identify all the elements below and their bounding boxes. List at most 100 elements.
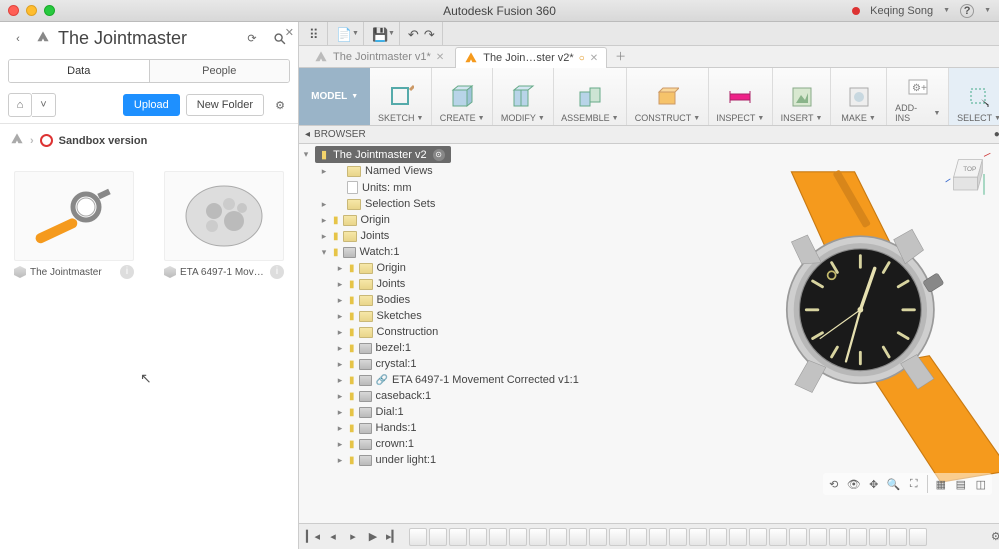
timeline-feature[interactable]	[489, 528, 507, 546]
timeline-feature[interactable]	[829, 528, 847, 546]
tree-node[interactable]: ▸Named Views	[317, 164, 601, 178]
timeline-feature[interactable]	[709, 528, 727, 546]
timeline-feature[interactable]	[849, 528, 867, 546]
tab-close-icon[interactable]: ✕	[436, 52, 444, 63]
tree-node[interactable]: ▸▮Hands:1	[333, 421, 601, 435]
expand-icon[interactable]: ▸	[335, 311, 345, 322]
save-icon[interactable]: 💾	[372, 27, 386, 41]
tree-node[interactable]: ▸▮Bodies	[333, 293, 601, 307]
timeline-feature[interactable]	[729, 528, 747, 546]
tree-node[interactable]: ▾▮Watch:1	[317, 245, 601, 259]
new-tab-button[interactable]: ＋	[609, 45, 632, 67]
tree-node[interactable]: ▸▮Construction	[333, 325, 601, 339]
expand-icon[interactable]: ▸	[335, 263, 345, 274]
expand-icon[interactable]: ▸	[335, 391, 345, 402]
bulb-icon[interactable]: ▮	[349, 359, 355, 370]
expand-icon[interactable]: ▸	[335, 295, 345, 306]
timeline-feature[interactable]	[749, 528, 767, 546]
tree-node[interactable]: ▸▮Dial:1	[333, 405, 601, 419]
ribbon-create[interactable]: CREATE ▼	[432, 68, 493, 125]
tree-node[interactable]: ▸▮caseback:1	[333, 389, 601, 403]
bulb-icon[interactable]: ▮	[349, 327, 355, 338]
workspace-switcher[interactable]: MODEL ▼	[299, 68, 370, 125]
bulb-icon[interactable]: ▮	[333, 247, 339, 258]
user-menu-icon[interactable]: ▼	[943, 7, 950, 14]
expand-icon[interactable]: ▸	[319, 215, 329, 226]
timeline-feature[interactable]	[629, 528, 647, 546]
bulb-icon[interactable]: ▮	[349, 263, 355, 274]
timeline-feature[interactable]	[509, 528, 527, 546]
expand-icon[interactable]: ▸	[335, 455, 345, 466]
viewcube[interactable]: TOP	[944, 150, 992, 198]
timeline-start-icon[interactable]: ▎◂	[305, 529, 321, 545]
refresh-button[interactable]: ⟳	[242, 29, 262, 49]
file-new-icon[interactable]: 📄	[336, 27, 350, 41]
timeline-feature[interactable]	[689, 528, 707, 546]
expand-icon[interactable]: ▸	[335, 423, 345, 434]
ribbon-construct[interactable]: CONSTRUCT ▼	[627, 68, 709, 125]
tree-node[interactable]: ▸▮Origin	[333, 261, 601, 275]
record-icon[interactable]	[852, 7, 860, 15]
timeline-feature[interactable]	[649, 528, 667, 546]
tree-node[interactable]: ▸▮under light:1	[333, 453, 601, 467]
tree-node[interactable]: ▸▮Sketches	[333, 309, 601, 323]
tree-node[interactable]: ▸▮Joints	[333, 277, 601, 291]
apps-icon[interactable]: ⠿	[309, 27, 323, 41]
panel-close-icon[interactable]: ✕	[285, 26, 294, 39]
tree-root[interactable]: ▮ The Jointmaster v2 ⊙	[315, 146, 451, 163]
ribbon-insert[interactable]: INSERT ▼	[773, 68, 831, 125]
upload-button[interactable]: Upload	[123, 94, 180, 116]
file-item[interactable]: ETA 6497-1 Move… i	[164, 171, 284, 279]
bulb-icon[interactable]: ▮	[349, 439, 355, 450]
timeline-feature[interactable]	[609, 528, 627, 546]
orbit-icon[interactable]: ⟲	[825, 475, 843, 493]
bulb-icon[interactable]: ▮	[349, 295, 355, 306]
tree-node[interactable]: ▸▮Joints	[317, 229, 601, 243]
timeline-feature[interactable]	[909, 528, 927, 546]
ribbon-assemble[interactable]: ASSEMBLE ▼	[554, 68, 628, 125]
viewport-icon[interactable]: ◫	[972, 475, 990, 493]
browser-pin-icon[interactable]: ●—	[994, 129, 999, 140]
bulb-icon[interactable]: ▮	[333, 231, 339, 242]
fit-icon[interactable]: ⛶	[905, 475, 923, 493]
bulb-icon[interactable]: ▮	[349, 343, 355, 354]
new-folder-button[interactable]: New Folder	[186, 94, 264, 116]
tree-node[interactable]: ▸▮bezel:1	[333, 341, 601, 355]
bulb-icon[interactable]: ▮	[349, 375, 355, 386]
timeline-feature[interactable]	[469, 528, 487, 546]
minimize-window-button[interactable]	[26, 5, 37, 16]
ribbon-modify[interactable]: MODIFY ▼	[493, 68, 553, 125]
ribbon-select[interactable]: SELECT ▼	[949, 68, 999, 125]
tree-node[interactable]: Units: mm	[317, 180, 601, 195]
grid-icon[interactable]: ▤	[952, 475, 970, 493]
tab-close-icon[interactable]: ✕	[590, 53, 598, 64]
bulb-icon[interactable]: ▮	[349, 423, 355, 434]
settings-icon[interactable]: ⚙	[270, 95, 290, 115]
tree-node[interactable]: ▸▮Origin	[317, 213, 601, 227]
bulb-icon[interactable]: ▮	[349, 279, 355, 290]
bulb-icon[interactable]: ▮	[349, 391, 355, 402]
tab-data[interactable]: Data	[9, 60, 149, 82]
back-button[interactable]: ‹	[8, 29, 28, 49]
expand-icon[interactable]: ▾	[301, 149, 311, 160]
bulb-icon[interactable]: ▮	[333, 215, 339, 226]
document-tab[interactable]: The Join…ster v2* ○ ✕	[455, 47, 607, 68]
timeline-next-icon[interactable]: ▸	[345, 529, 361, 545]
info-icon[interactable]: i	[270, 265, 284, 279]
document-tab[interactable]: The Jointmaster v1* ✕	[305, 46, 453, 67]
browser-collapse-icon[interactable]: ◂	[305, 129, 310, 140]
home-menu-button[interactable]: ˅	[32, 93, 56, 117]
bulb-icon[interactable]: ▮	[349, 455, 355, 466]
tree-node[interactable]: ▸▮crown:1	[333, 437, 601, 451]
timeline-feature[interactable]	[869, 528, 887, 546]
ribbon-inspect[interactable]: INSPECT ▼	[709, 68, 773, 125]
timeline-feature[interactable]	[569, 528, 587, 546]
file-item[interactable]: The Jointmaster i	[14, 171, 134, 279]
timeline-feature[interactable]	[549, 528, 567, 546]
timeline-feature[interactable]	[789, 528, 807, 546]
canvas[interactable]: ◂ BROWSER ●— ▾ ▮ The Jointmaster v2 ⊙ ▸N…	[299, 126, 999, 523]
info-icon[interactable]: i	[120, 265, 134, 279]
ribbon-make[interactable]: MAKE ▼	[831, 68, 887, 125]
active-component-icon[interactable]: ⊙	[433, 149, 445, 161]
bulb-icon[interactable]: ▮	[321, 148, 327, 161]
